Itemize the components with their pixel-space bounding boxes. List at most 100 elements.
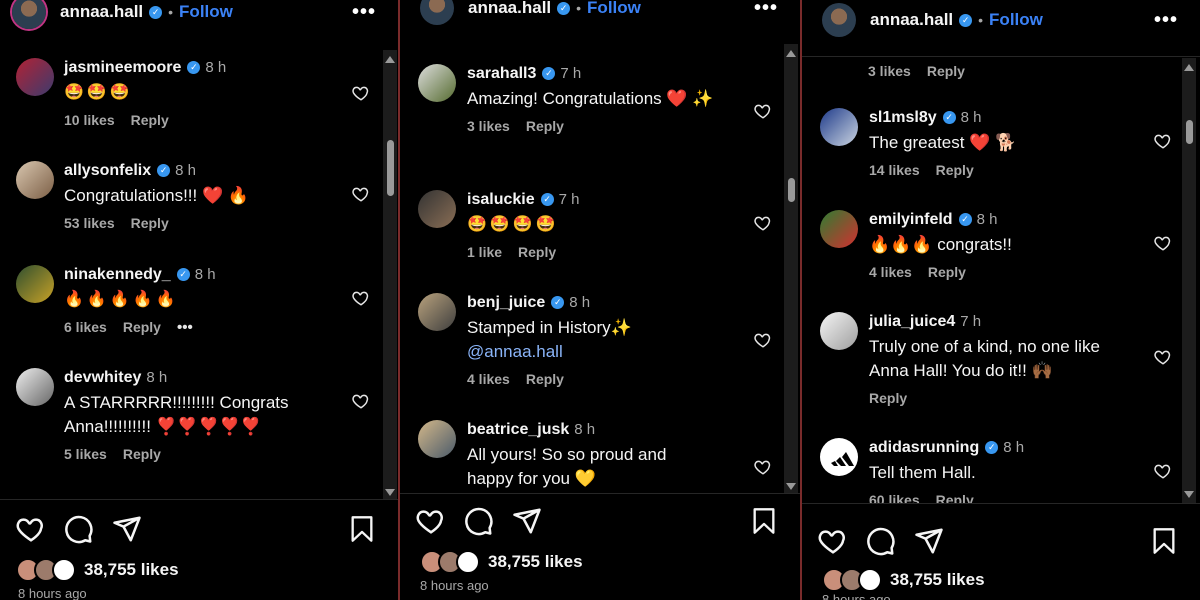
comment-username[interactable]: beatrice_jusk: [467, 421, 569, 438]
follow-button[interactable]: Follow: [989, 10, 1043, 30]
bookmark-icon[interactable]: [750, 506, 778, 536]
more-icon[interactable]: •••: [352, 1, 376, 24]
adidas-logo[interactable]: [820, 438, 858, 476]
bookmark-icon[interactable]: [348, 514, 376, 544]
heart-icon[interactable]: [818, 526, 848, 556]
comment-username[interactable]: emilyinfeld: [869, 211, 953, 228]
comment-username[interactable]: isaluckie: [467, 191, 535, 208]
reply-button[interactable]: Reply: [518, 244, 556, 260]
mention-link[interactable]: @annaa.hall: [467, 340, 740, 364]
comment-avatar[interactable]: [16, 368, 54, 406]
avatar[interactable]: [12, 0, 46, 29]
post-author-username[interactable]: annaa.hall: [870, 10, 953, 30]
reply-button[interactable]: Reply: [131, 215, 169, 231]
heart-icon[interactable]: [352, 185, 370, 203]
scroll-up-icon[interactable]: [1184, 64, 1194, 71]
heart-icon[interactable]: [754, 214, 772, 232]
comment-likes[interactable]: 3 likes: [868, 63, 911, 79]
post-author-username[interactable]: annaa.hall: [60, 2, 143, 22]
comment-avatar[interactable]: [820, 312, 858, 350]
comment-username[interactable]: sarahall3: [467, 65, 536, 82]
comment-icon[interactable]: [64, 514, 94, 544]
reply-button[interactable]: Reply: [131, 112, 169, 128]
comment-likes[interactable]: 3 likes: [467, 118, 510, 134]
comment-avatar[interactable]: [820, 210, 858, 248]
scroll-up-icon[interactable]: [385, 56, 395, 63]
scroll-thumb[interactable]: [1186, 120, 1193, 144]
comment-avatar[interactable]: [16, 161, 54, 199]
scrollbar[interactable]: [784, 44, 798, 496]
comment-likes[interactable]: 53 likes: [64, 215, 115, 231]
heart-icon[interactable]: [352, 289, 370, 307]
heart-icon[interactable]: [1154, 132, 1172, 150]
comment-likes[interactable]: 10 likes: [64, 112, 115, 128]
avatar[interactable]: [420, 0, 454, 25]
comment-username[interactable]: sl1msl8y: [869, 109, 937, 126]
verified-icon: ✓: [985, 441, 999, 455]
more-icon[interactable]: •••: [754, 0, 778, 20]
reply-button[interactable]: Reply: [936, 162, 974, 178]
scroll-down-icon[interactable]: [385, 489, 395, 496]
heart-icon[interactable]: [352, 84, 370, 102]
comment-avatar[interactable]: [418, 293, 456, 331]
comment-avatar[interactable]: [418, 190, 456, 228]
comment-avatar[interactable]: [16, 58, 54, 96]
bookmark-icon[interactable]: [1150, 526, 1178, 556]
heart-icon[interactable]: [1154, 348, 1172, 366]
scroll-up-icon[interactable]: [786, 50, 796, 57]
comment-likes[interactable]: 14 likes: [869, 162, 920, 178]
comment-icon[interactable]: [866, 526, 896, 556]
comment-username[interactable]: adidasrunning: [869, 439, 979, 456]
share-icon[interactable]: [112, 514, 142, 544]
comment-likes[interactable]: 6 likes: [64, 319, 107, 335]
comment-avatar[interactable]: [418, 420, 456, 458]
comment-username[interactable]: julia_juice4: [869, 313, 955, 330]
comment-avatar[interactable]: [418, 64, 456, 102]
heart-icon[interactable]: [1154, 234, 1172, 252]
scroll-down-icon[interactable]: [786, 483, 796, 490]
comment-username[interactable]: benj_juice: [467, 294, 545, 311]
more-icon[interactable]: •••: [1154, 9, 1178, 32]
comment-username[interactable]: jasmineemoore: [64, 59, 181, 76]
scrollbar[interactable]: [383, 50, 397, 502]
reply-button[interactable]: Reply: [123, 446, 161, 462]
scroll-down-icon[interactable]: [1184, 491, 1194, 498]
reply-button[interactable]: Reply: [928, 264, 966, 280]
heart-icon[interactable]: [1154, 462, 1172, 480]
avatar[interactable]: [822, 3, 856, 37]
comment-time: 8 h: [205, 59, 227, 76]
reply-button[interactable]: Reply: [526, 371, 564, 387]
reply-button[interactable]: Reply: [526, 118, 564, 134]
comment-likes[interactable]: 5 likes: [64, 446, 107, 462]
heart-icon[interactable]: [416, 506, 446, 536]
post-author-username[interactable]: annaa.hall: [468, 0, 551, 18]
comment-likes[interactable]: 4 likes: [467, 371, 510, 387]
likes-count[interactable]: 38,755 likes: [84, 560, 179, 580]
comment-avatar[interactable]: [820, 108, 858, 146]
share-icon[interactable]: [914, 526, 944, 556]
more-options-icon[interactable]: •••: [177, 319, 193, 336]
scrollbar[interactable]: [1182, 58, 1196, 504]
heart-icon[interactable]: [352, 392, 370, 410]
share-icon[interactable]: [512, 506, 542, 536]
comment-likes[interactable]: 4 likes: [869, 264, 912, 280]
likes-count[interactable]: 38,755 likes: [488, 552, 583, 572]
reply-button[interactable]: Reply: [927, 63, 965, 79]
reply-button[interactable]: Reply: [869, 390, 907, 406]
heart-icon[interactable]: [754, 102, 772, 120]
scroll-thumb[interactable]: [788, 178, 795, 202]
likes-count[interactable]: 38,755 likes: [890, 570, 985, 590]
comment-username[interactable]: ninakennedy_: [64, 266, 171, 283]
comment-icon[interactable]: [464, 506, 494, 536]
comment-avatar[interactable]: [16, 265, 54, 303]
reply-button[interactable]: Reply: [123, 319, 161, 335]
heart-icon[interactable]: [754, 458, 772, 476]
comment-likes[interactable]: 1 like: [467, 244, 502, 260]
heart-icon[interactable]: [754, 331, 772, 349]
scroll-thumb[interactable]: [387, 140, 394, 196]
comment-username[interactable]: allysonfelix: [64, 162, 151, 179]
follow-button[interactable]: Follow: [179, 2, 233, 22]
comment-username[interactable]: devwhitey: [64, 369, 141, 386]
follow-button[interactable]: Follow: [587, 0, 641, 18]
heart-icon[interactable]: [16, 514, 46, 544]
